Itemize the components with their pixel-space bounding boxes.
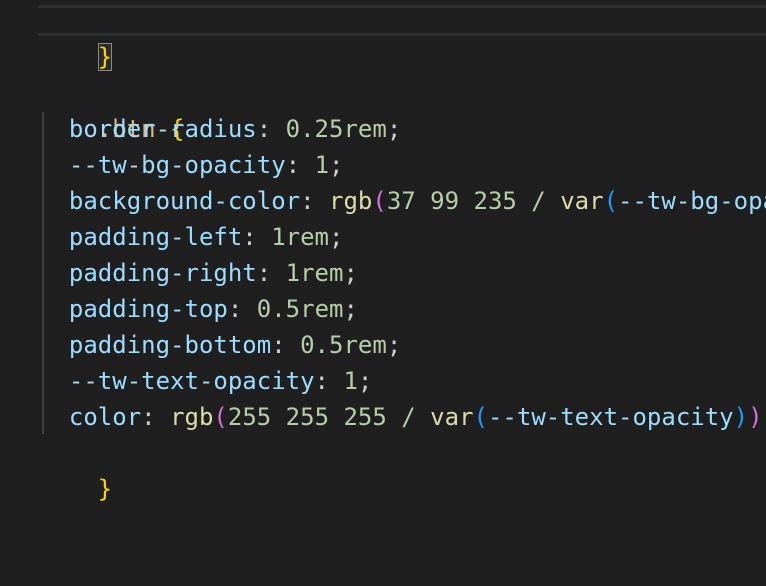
css-property: --tw-bg-opacity bbox=[68, 151, 286, 179]
code-line-1[interactable]: } bbox=[40, 3, 113, 71]
css-property: padding-bottom bbox=[68, 331, 272, 359]
code-line-declaration[interactable]: padding-right: 1rem; bbox=[40, 255, 358, 291]
css-function: rgb bbox=[329, 187, 373, 215]
css-value: 0.5rem bbox=[300, 331, 387, 359]
closing-brace: } bbox=[97, 475, 113, 503]
css-variable: --tw-bg-opa bbox=[618, 187, 766, 215]
code-line-declaration[interactable]: --tw-bg-opacity: 1; bbox=[40, 147, 344, 183]
css-property: color bbox=[68, 403, 142, 431]
css-property: border-radius bbox=[68, 115, 257, 143]
code-line-declaration[interactable]: border-radius: 0.25rem; bbox=[40, 111, 401, 147]
css-value: 1rem bbox=[271, 223, 329, 251]
css-args: 255 255 255 / bbox=[227, 403, 416, 431]
code-line-declaration[interactable]: color: rgb(255 255 255 / var(--tw-text-o… bbox=[40, 399, 763, 435]
css-value: 1 bbox=[343, 367, 358, 395]
closing-brace-top: } bbox=[97, 43, 113, 71]
css-property: background-color bbox=[68, 187, 301, 215]
css-value: 1 bbox=[314, 151, 330, 179]
code-line-declaration[interactable]: padding-left: 1rem; bbox=[40, 219, 344, 255]
code-line-selector[interactable]: .btn { bbox=[40, 75, 185, 143]
code-line-declaration[interactable]: --tw-text-opacity: 1; bbox=[40, 363, 372, 399]
code-line-declaration[interactable]: background-color: rgb(37 99 235 / var(--… bbox=[40, 183, 766, 219]
current-line-highlight bbox=[38, 5, 766, 36]
code-line-close[interactable]: } bbox=[40, 435, 112, 503]
css-property: padding-right bbox=[68, 259, 257, 287]
css-function-inner: var bbox=[430, 403, 474, 431]
css-function: rgb bbox=[170, 403, 214, 431]
css-property: padding-left bbox=[68, 223, 243, 251]
css-property: padding-top bbox=[68, 295, 228, 323]
css-args: 37 99 235 / bbox=[386, 187, 546, 215]
css-value: 0.5rem bbox=[256, 295, 344, 323]
code-line-declaration[interactable]: padding-top: 0.5rem; bbox=[40, 291, 358, 327]
css-function-inner: var bbox=[560, 187, 604, 215]
code-line-declaration[interactable]: padding-bottom: 0.5rem; bbox=[40, 327, 401, 363]
css-variable: --tw-text-opacity bbox=[487, 403, 734, 431]
css-value: 0.25rem bbox=[285, 115, 387, 143]
css-property: --tw-text-opacity bbox=[68, 367, 315, 395]
css-value: 1rem bbox=[285, 259, 344, 287]
code-editor[interactable]: } .btn { border-radius: 0.25rem; --tw-bg… bbox=[0, 0, 766, 586]
